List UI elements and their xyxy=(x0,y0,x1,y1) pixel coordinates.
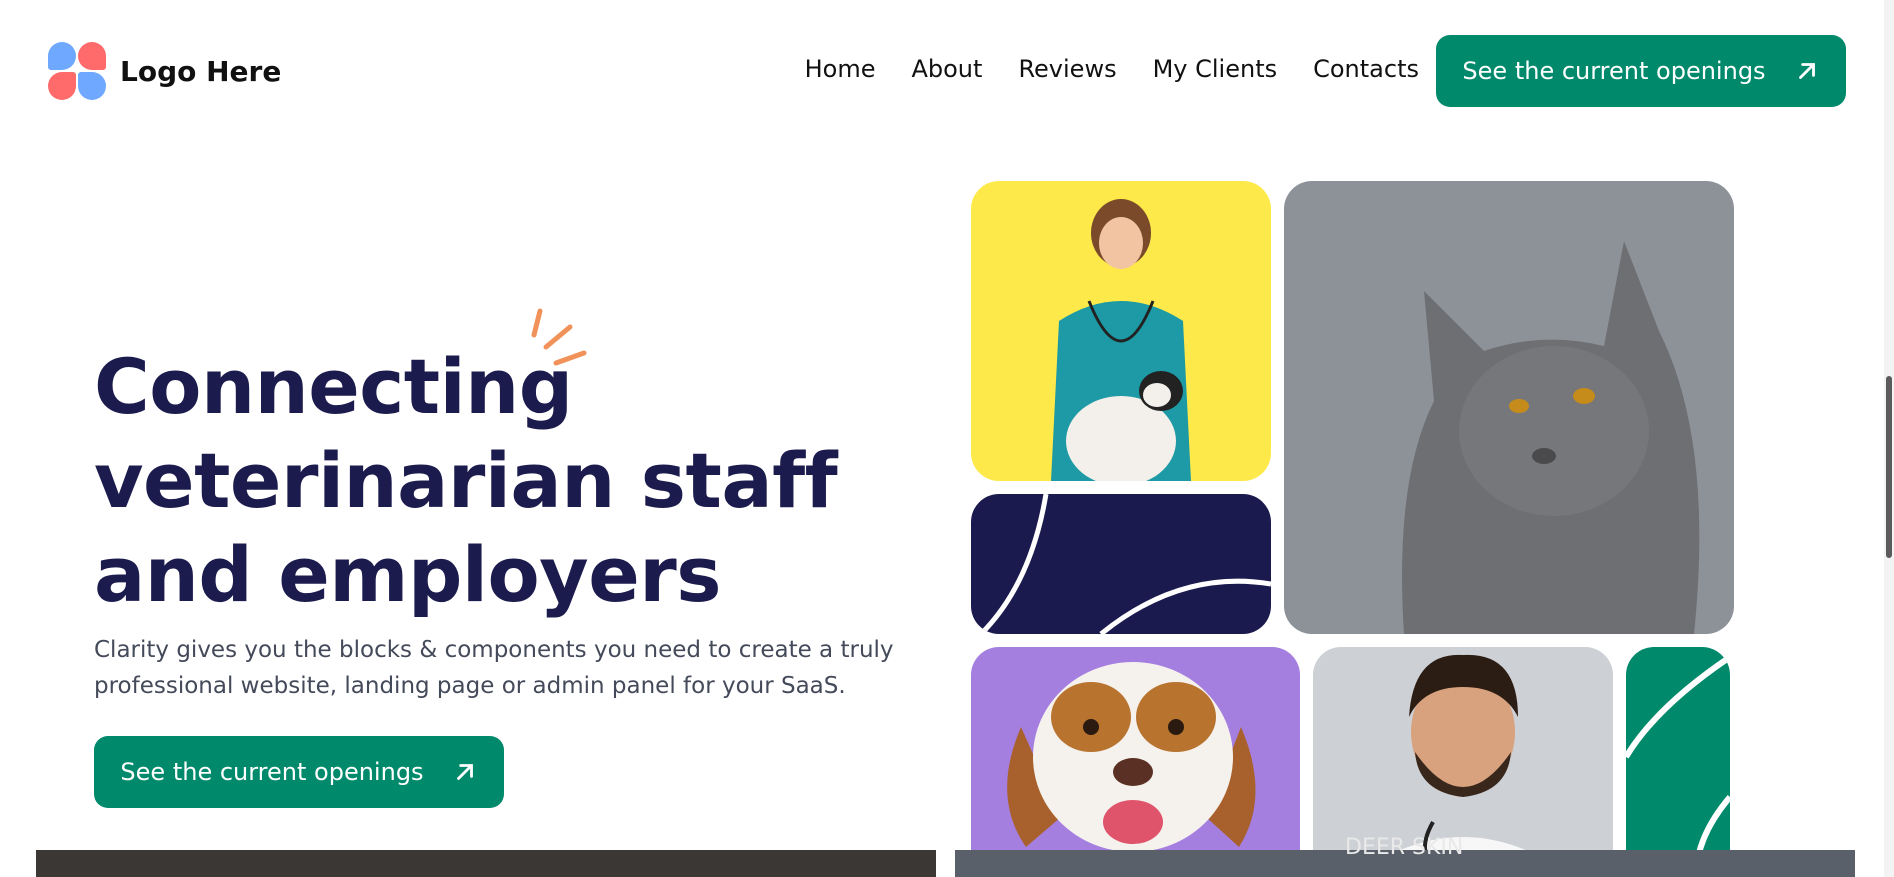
nav-contacts[interactable]: Contacts xyxy=(1313,55,1419,83)
bottom-photo-strip xyxy=(36,850,936,877)
nav-reviews[interactable]: Reviews xyxy=(1018,55,1116,83)
sparkle-icon xyxy=(531,308,587,366)
hero-title-line-1: Connecting xyxy=(94,342,573,431)
scrollbar-thumb[interactable] xyxy=(1886,376,1892,558)
header-openings-button[interactable]: See the current openings xyxy=(1436,35,1846,107)
logo-text: Logo Here xyxy=(120,54,282,88)
navy-decor-tile xyxy=(971,494,1271,634)
hero-title-line-3: and employers xyxy=(94,530,721,619)
hero-description-line-1: Clarity gives you the blocks & component… xyxy=(94,637,894,663)
logo-icon xyxy=(48,42,106,100)
hero-description: Clarity gives you the blocks & component… xyxy=(94,632,894,704)
scrollbar[interactable] xyxy=(1884,0,1894,877)
vet-with-dog-photo xyxy=(971,181,1271,481)
arrow-up-right-icon xyxy=(456,764,473,780)
header-openings-label: See the current openings xyxy=(1462,57,1766,85)
logo[interactable]: Logo Here xyxy=(48,42,281,100)
main-nav: Home About Reviews My Clients Contacts xyxy=(805,55,1419,83)
arrow-up-right-icon xyxy=(1798,63,1815,79)
hero-description-line-2: professional website, landing page or ad… xyxy=(94,673,846,699)
green-decor-tile xyxy=(1626,647,1730,877)
beagle-photo xyxy=(971,647,1300,877)
hero-title-line-2: veterinarian staff xyxy=(94,436,838,525)
strip-label: DEER SKIN xyxy=(1345,835,1464,860)
hero-openings-label: See the current openings xyxy=(120,758,424,786)
nav-home[interactable]: Home xyxy=(805,55,876,83)
hero-title: Connecting veterinarian staff and employ… xyxy=(94,340,838,622)
nav-about[interactable]: About xyxy=(911,55,982,83)
grey-cat-photo xyxy=(1284,181,1734,634)
nav-my-clients[interactable]: My Clients xyxy=(1153,55,1278,83)
hero-openings-button[interactable]: See the current openings xyxy=(94,736,504,808)
